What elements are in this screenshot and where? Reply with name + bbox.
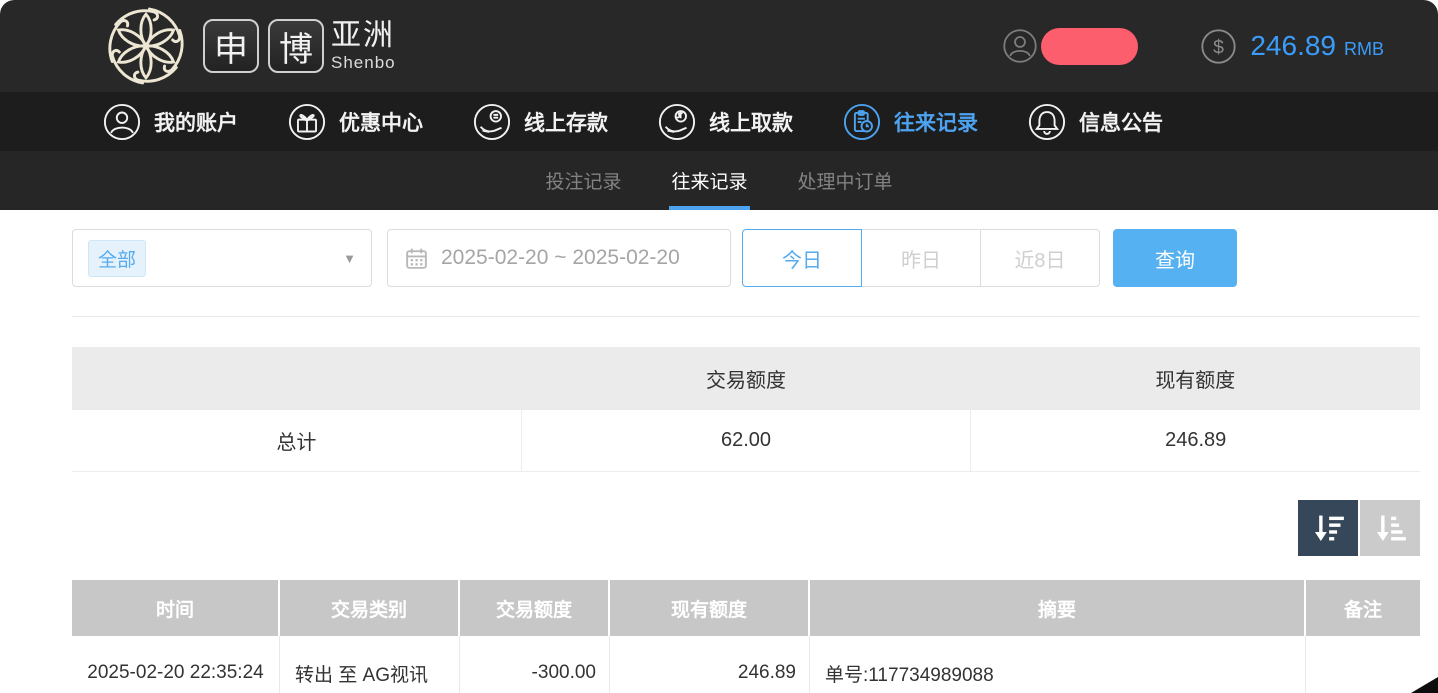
tab-betting-records[interactable]: 投注记录	[543, 151, 623, 210]
svg-text:$: $	[1213, 36, 1224, 58]
username-redacted-pill[interactable]	[1041, 28, 1138, 65]
brand-char-bo: 博	[268, 19, 324, 73]
summary-header-empty	[72, 347, 521, 410]
date-range-input[interactable]: 2025-02-20 ~ 2025-02-20	[387, 229, 731, 287]
sort-descending-button[interactable]	[1298, 500, 1358, 556]
summary-table: 交易额度 现有额度 总计 62.00 246.89	[72, 347, 1420, 472]
brand-wordmark: 亚洲 Shenbo	[331, 21, 396, 71]
balance-currency: RMB	[1344, 39, 1384, 60]
tab-processing-orders[interactable]: 处理中订单	[796, 151, 895, 210]
nav-label: 线上存款	[524, 107, 608, 137]
nav-item-my-account[interactable]: 我的账户	[103, 103, 238, 141]
quick-range-last8days[interactable]: 近8日	[980, 229, 1100, 287]
summary-header-current-balance: 现有额度	[971, 347, 1420, 410]
record-type: 转出 至 AG视讯	[280, 636, 460, 693]
type-select-dropdown[interactable]: 全部 ▼	[72, 229, 372, 287]
brand-char2-text: 博	[279, 22, 313, 71]
tab-label: 投注记录	[545, 167, 621, 194]
type-selected-chip: 全部	[88, 240, 146, 277]
brand-char1-text: 申	[214, 22, 248, 71]
page: 申 博 亚洲 Shenbo $	[0, 0, 1438, 693]
records-table-header: 时间 交易类别 交易额度 现有额度 摘要 备注	[72, 580, 1420, 636]
sort-buttons	[72, 500, 1420, 556]
search-button[interactable]: 查询	[1113, 229, 1237, 287]
records-header-remark: 备注	[1306, 580, 1420, 636]
quick-range-group: 今日 昨日 近8日	[742, 229, 1100, 287]
record-summary: 单号:117734989088	[810, 636, 1306, 693]
deposit-hand-coin-icon	[473, 103, 511, 141]
records-header-type: 交易类别	[280, 580, 460, 636]
chevron-down-icon: ▼	[343, 251, 356, 266]
sort-descending-icon	[1311, 511, 1345, 545]
top-header: 申 博 亚洲 Shenbo $	[0, 0, 1438, 92]
record-time: 2025-02-20 22:35:24	[72, 636, 280, 693]
tab-label: 处理中订单	[798, 167, 893, 194]
balance-area: $ 246.89 RMB	[1200, 28, 1384, 65]
nav-label: 优惠中心	[339, 107, 423, 137]
summary-current-balance-value: 246.89	[971, 410, 1420, 471]
records-header-transaction-amount: 交易额度	[460, 580, 610, 636]
main-content: 全部 ▼ 2025-02-20 ~ 2025-02-20	[0, 229, 1438, 693]
nav-label: 往来记录	[894, 107, 978, 137]
summary-header-transaction-amount: 交易额度	[521, 347, 970, 410]
summary-table-header: 交易额度 现有额度	[72, 347, 1420, 410]
date-range-value: 2025-02-20 ~ 2025-02-20	[441, 246, 680, 270]
topbar-account-area: $ 246.89 RMB	[1002, 28, 1384, 65]
records-header-summary: 摘要	[810, 580, 1306, 636]
records-header-time: 时间	[72, 580, 280, 636]
main-navigation: 我的账户 优惠中心 线上存款	[0, 92, 1438, 151]
nav-item-withdraw[interactable]: 线上取款	[658, 103, 793, 141]
nav-item-deposit[interactable]: 线上存款	[473, 103, 608, 141]
calendar-icon	[404, 246, 429, 271]
nav-item-transaction-records[interactable]: 往来记录	[843, 103, 978, 141]
records-table: 时间 交易类别 交易额度 现有额度 摘要 备注 2025-02-20 22:35…	[72, 580, 1420, 693]
flower-pinwheel-icon	[98, 3, 194, 89]
summary-total-label: 总计	[72, 410, 522, 471]
filter-row: 全部 ▼ 2025-02-20 ~ 2025-02-20	[72, 229, 1420, 287]
record-current-balance: 246.89	[610, 636, 810, 693]
summary-table-row: 总计 62.00 246.89	[72, 410, 1420, 472]
balance-amount: 246.89	[1250, 30, 1336, 62]
gift-icon	[288, 103, 326, 141]
table-row: 2025-02-20 22:35:24 转出 至 AG视讯 -300.00 24…	[72, 636, 1420, 693]
quick-range-today[interactable]: 今日	[742, 229, 862, 287]
tab-label: 往来记录	[671, 167, 747, 194]
user-icon	[103, 103, 141, 141]
nav-item-promotions[interactable]: 优惠中心	[288, 103, 423, 141]
records-header-current-balance: 现有额度	[610, 580, 810, 636]
brand-latin-text: Shenbo	[331, 54, 396, 71]
withdraw-hand-dollar-icon	[658, 103, 696, 141]
coin-dollar-icon: $	[1200, 28, 1237, 65]
records-clipboard-clock-icon	[843, 103, 881, 141]
quick-range-yesterday[interactable]: 昨日	[861, 229, 981, 287]
sort-ascending-button[interactable]	[1360, 500, 1420, 556]
nav-label: 线上取款	[709, 107, 793, 137]
brand-logo[interactable]: 申 博 亚洲 Shenbo	[98, 3, 396, 89]
brand-char-shen: 申	[203, 19, 259, 73]
bell-icon	[1028, 103, 1066, 141]
record-remark	[1306, 636, 1420, 693]
record-subtabs: 投注记录 往来记录 处理中订单	[0, 151, 1438, 210]
nav-label: 信息公告	[1079, 107, 1163, 137]
brand-region-text: 亚洲	[331, 21, 396, 51]
user-avatar-icon[interactable]	[1002, 28, 1038, 64]
summary-transaction-amount-value: 62.00	[522, 410, 972, 471]
nav-item-announcements[interactable]: 信息公告	[1028, 103, 1163, 141]
divider	[72, 316, 1420, 317]
sort-ascending-icon	[1373, 511, 1407, 545]
tab-transaction-records[interactable]: 往来记录	[669, 151, 749, 210]
nav-label: 我的账户	[154, 107, 238, 137]
record-transaction-amount: -300.00	[460, 636, 610, 693]
